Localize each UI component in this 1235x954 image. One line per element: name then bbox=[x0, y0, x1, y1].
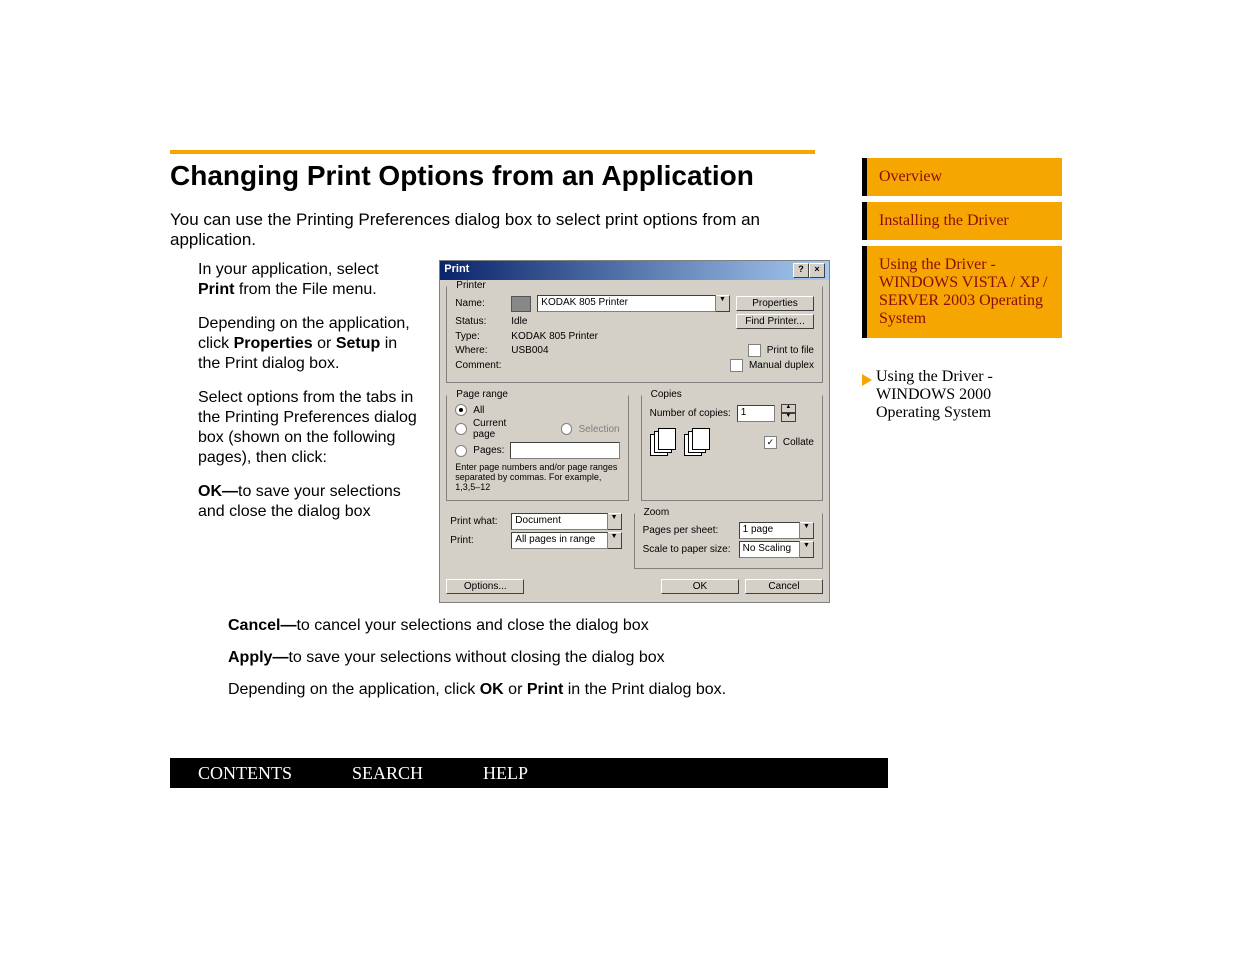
properties-button[interactable]: Properties bbox=[736, 296, 814, 311]
all-label: All bbox=[473, 405, 484, 416]
page-range-legend: Page range bbox=[453, 389, 511, 400]
step-1: In your application, select Print from t… bbox=[198, 260, 417, 300]
intro-text: You can use the Printing Preferences dia… bbox=[170, 210, 830, 250]
print-to-file-label: Print to file bbox=[767, 345, 814, 356]
arrow-right-icon bbox=[862, 374, 872, 386]
current-page-label: Current page bbox=[473, 418, 530, 440]
chevron-down-icon[interactable]: ▼ bbox=[608, 513, 622, 530]
nav-current: Using the Driver - WINDOWS 2000 Operatin… bbox=[862, 368, 1062, 422]
printer-group: Printer Name: KODAK 805 Printer ▼ Proper… bbox=[446, 286, 823, 383]
cancel-line: Cancel—to cancel your selections and clo… bbox=[228, 617, 868, 635]
footer-bar: CONTENTS SEARCH HELP bbox=[170, 758, 888, 788]
dialog-titlebar: Print ? × bbox=[440, 261, 829, 280]
manual-duplex-label: Manual duplex bbox=[749, 360, 814, 371]
all-radio[interactable] bbox=[455, 404, 467, 416]
copies-group: Copies Number of copies: 1 ▲▼ ✓ Collat bbox=[641, 395, 823, 501]
final-line: Depending on the application, click OK o… bbox=[228, 681, 868, 699]
print-what-dropdown[interactable]: Document bbox=[511, 513, 607, 530]
chevron-down-icon[interactable]: ▼ bbox=[716, 295, 730, 312]
step-4: OK—to save your selections and close the… bbox=[198, 482, 417, 522]
zoom-legend: Zoom bbox=[641, 507, 673, 518]
titlebar-help-button[interactable]: ? bbox=[793, 263, 809, 278]
pages-input[interactable] bbox=[510, 442, 619, 459]
page-range-group: Page range All Current page Selection Pa… bbox=[446, 395, 628, 501]
nav-overview[interactable]: Overview bbox=[862, 158, 1062, 196]
copies-spinner[interactable]: ▲▼ bbox=[781, 404, 796, 422]
footer-help[interactable]: HELP bbox=[483, 763, 528, 784]
print-label: Print: bbox=[450, 535, 505, 546]
chevron-down-icon[interactable]: ▼ bbox=[800, 522, 814, 539]
chevron-down-icon[interactable]: ▼ bbox=[800, 541, 814, 558]
printer-name-dropdown[interactable]: KODAK 805 Printer bbox=[537, 295, 716, 312]
options-button[interactable]: Options... bbox=[446, 579, 524, 594]
selection-label: Selection bbox=[578, 424, 619, 435]
find-printer-button[interactable]: Find Printer... bbox=[736, 314, 814, 329]
type-value: KODAK 805 Printer bbox=[511, 331, 598, 342]
toc-sidebar: Overview Installing the Driver Using the… bbox=[862, 158, 1062, 422]
footer-contents[interactable]: CONTENTS bbox=[198, 763, 292, 784]
steps-column: In your application, select Print from t… bbox=[170, 260, 417, 536]
zoom-group: Zoom Pages per sheet: 1 page▼ Scale to p… bbox=[634, 513, 823, 569]
status-label: Status: bbox=[455, 316, 505, 327]
selection-radio bbox=[561, 423, 573, 435]
pages-per-sheet-label: Pages per sheet: bbox=[643, 525, 733, 536]
print-dialog: Print ? × Printer Name: KODAK 805 Printe… bbox=[439, 260, 830, 603]
current-page-radio[interactable] bbox=[455, 423, 467, 435]
copies-legend: Copies bbox=[648, 389, 685, 400]
print-to-file-checkbox[interactable] bbox=[748, 344, 761, 357]
where-value: USB004 bbox=[511, 345, 548, 356]
accent-bar bbox=[170, 150, 815, 154]
num-copies-input[interactable]: 1 bbox=[737, 405, 775, 422]
num-copies-label: Number of copies: bbox=[650, 408, 731, 419]
collate-checkbox[interactable]: ✓ bbox=[764, 436, 777, 449]
pages-per-sheet-dropdown[interactable]: 1 page bbox=[739, 522, 800, 539]
titlebar-close-button[interactable]: × bbox=[809, 263, 825, 278]
nav-w2000[interactable]: Using the Driver - WINDOWS 2000 Operatin… bbox=[876, 368, 1046, 422]
print-range-dropdown[interactable]: All pages in range bbox=[511, 532, 607, 549]
manual-duplex-checkbox[interactable] bbox=[730, 359, 743, 372]
comment-label: Comment: bbox=[455, 360, 505, 371]
printer-icon bbox=[511, 296, 531, 312]
footer-search[interactable]: SEARCH bbox=[352, 763, 423, 784]
print-what-label: Print what: bbox=[450, 516, 505, 527]
name-label: Name: bbox=[455, 298, 505, 309]
status-value: Idle bbox=[511, 316, 527, 327]
cancel-button[interactable]: Cancel bbox=[745, 579, 823, 594]
type-label: Type: bbox=[455, 331, 505, 342]
step-3: Select options from the tabs in the Prin… bbox=[198, 388, 417, 468]
where-label: Where: bbox=[455, 345, 505, 356]
collate-icons bbox=[650, 428, 708, 456]
ok-button[interactable]: OK bbox=[661, 579, 739, 594]
scale-label: Scale to paper size: bbox=[643, 544, 733, 555]
scale-dropdown[interactable]: No Scaling bbox=[739, 541, 800, 558]
page-title: Changing Print Options from an Applicati… bbox=[170, 160, 830, 192]
printer-legend: Printer bbox=[453, 280, 488, 291]
nav-installing[interactable]: Installing the Driver bbox=[862, 202, 1062, 240]
nav-vista[interactable]: Using the Driver - WINDOWS VISTA / XP / … bbox=[862, 246, 1062, 338]
pages-hint: Enter page numbers and/or page ranges se… bbox=[455, 462, 619, 492]
pages-label: Pages: bbox=[473, 445, 504, 456]
dialog-title: Print bbox=[444, 263, 469, 278]
apply-line: Apply—to save your selections without cl… bbox=[228, 649, 868, 667]
chevron-down-icon[interactable]: ▼ bbox=[608, 532, 622, 549]
collate-label: Collate bbox=[783, 437, 814, 448]
step-2: Depending on the application, click Prop… bbox=[198, 314, 417, 374]
pages-radio[interactable] bbox=[455, 445, 467, 457]
